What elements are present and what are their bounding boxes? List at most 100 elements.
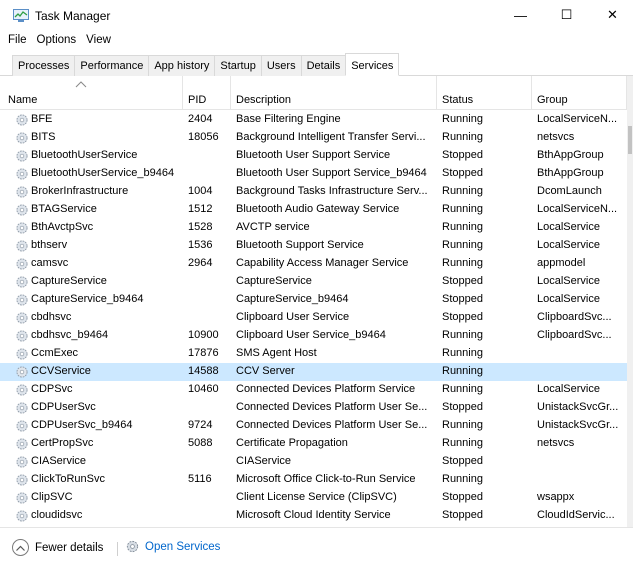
service-row[interactable]: CDPUserSvc_b9464 9724 Connected Devices Pl… — [0, 417, 627, 435]
service-row[interactable]: CDPSvc 10460 Connected Devices Platform Se… — [0, 381, 627, 399]
service-row[interactable]: BITS 18056 Background Intelligent Transfer… — [0, 129, 627, 147]
minimize-button[interactable]: — — [498, 0, 543, 30]
service-description: Bluetooth Audio Gateway Service — [236, 203, 400, 215]
service-group: ClipboardSvc... — [537, 311, 612, 323]
service-row[interactable]: BFE 2404 Base Filtering Engine Running Local… — [0, 111, 627, 129]
service-group: LocalServiceN... — [537, 203, 618, 215]
service-name: CDPSvc — [31, 383, 73, 395]
service-status: Stopped — [442, 275, 483, 287]
column-divider[interactable] — [182, 76, 183, 110]
service-row[interactable]: CDPUserSvc Connected Devices Platform Use… — [0, 399, 627, 417]
service-gear-icon — [15, 491, 29, 505]
service-row[interactable]: camsvc 2964 Capability Access Manager Serv… — [0, 255, 627, 273]
service-row[interactable]: BrokerInfrastructure 1004 Background Tasks… — [0, 183, 627, 201]
column-header-group[interactable]: Group — [537, 94, 568, 106]
sort-ascending-icon[interactable] — [75, 80, 87, 88]
service-row[interactable]: ClickToRunSvc 5116 Microsoft Office Click-… — [0, 471, 627, 489]
service-row[interactable]: CcmExec 17876 SMS Agent Host Running — [0, 345, 627, 363]
service-description: Background Tasks Infrastructure Serv... — [236, 185, 428, 197]
service-gear-icon — [15, 275, 29, 289]
tab-users[interactable]: Users — [260, 55, 301, 76]
service-description: Capability Access Manager Service — [236, 257, 409, 269]
column-divider[interactable] — [531, 76, 532, 110]
service-gear-icon — [15, 113, 29, 127]
service-row[interactable]: CaptureService CaptureService Stopped Local… — [0, 273, 627, 291]
service-status: Stopped — [442, 455, 483, 467]
service-name: CertPropSvc — [31, 437, 94, 449]
services-list: Name PID Description Status Group BFE 240… — [0, 76, 633, 527]
column-header-pid[interactable]: PID — [188, 94, 206, 106]
service-row[interactable]: CaptureService_b9464 CaptureService_b9464… — [0, 291, 627, 309]
service-pid: 9724 — [188, 419, 213, 431]
service-status: Stopped — [442, 491, 483, 503]
service-description: CaptureService_b9464 — [236, 293, 349, 305]
title-bar: Task Manager — ☐ ✕ — [0, 0, 633, 30]
service-name: CaptureService_b9464 — [31, 293, 144, 305]
service-name: camsvc — [31, 257, 69, 269]
service-status: Stopped — [442, 509, 483, 521]
close-button[interactable]: ✕ — [590, 0, 633, 30]
service-description: Microsoft Cloud Identity Service — [236, 509, 391, 521]
service-pid: 1528 — [188, 221, 213, 233]
column-header-name[interactable]: Name — [8, 94, 37, 106]
service-row[interactable]: CIAService CIAService Stopped — [0, 453, 627, 471]
tab-app-history[interactable]: App history — [148, 55, 215, 76]
service-status: Running — [442, 203, 483, 215]
menu-bar: File Options View — [0, 30, 633, 50]
service-description: Clipboard User Service_b9464 — [236, 329, 386, 341]
service-status: Running — [442, 239, 483, 251]
tab-services[interactable]: Services — [345, 53, 400, 76]
service-row[interactable]: CCVService 14588 CCV Server Running — [0, 363, 627, 381]
service-name: CDPUserSvc_b9464 — [31, 419, 133, 431]
service-name: CaptureService — [31, 275, 107, 287]
service-name: ClipSVC — [31, 491, 73, 503]
service-pid: 17876 — [188, 347, 219, 359]
service-row[interactable]: cbdhsvc_b9464 10900 Clipboard User Service… — [0, 327, 627, 345]
column-divider[interactable] — [436, 76, 437, 110]
scrollbar-thumb[interactable] — [628, 126, 632, 154]
tab-processes[interactable]: Processes — [12, 55, 75, 76]
service-description: Bluetooth User Support Service_b9464 — [236, 167, 427, 179]
service-group: UnistackSvcGr... — [537, 401, 619, 413]
service-pid: 5116 — [188, 473, 212, 485]
vertical-scrollbar[interactable] — [627, 76, 633, 527]
open-services-link[interactable]: Open Services — [125, 539, 220, 554]
tab-details[interactable]: Details — [300, 55, 346, 76]
service-pid: 1512 — [188, 203, 213, 215]
service-row[interactable]: ClipSVC Client License Service (ClipSVC) S… — [0, 489, 627, 507]
column-divider[interactable] — [230, 76, 231, 110]
service-row[interactable]: cbdhsvc Clipboard User Service Stopped Clip… — [0, 309, 627, 327]
tab-startup[interactable]: Startup — [214, 55, 261, 76]
service-description: Client License Service (ClipSVC) — [236, 491, 397, 503]
service-pid: 2404 — [188, 113, 213, 125]
service-gear-icon — [15, 329, 29, 343]
service-row[interactable]: BluetoothUserService Bluetooth User Suppo… — [0, 147, 627, 165]
service-gear-icon — [15, 383, 29, 397]
service-name: CCVService — [31, 365, 91, 377]
service-row[interactable]: BthAvctpSvc 1528 AVCTP service Running Local… — [0, 219, 627, 237]
service-description: SMS Agent Host — [236, 347, 317, 359]
service-status: Running — [442, 365, 483, 377]
service-status: Stopped — [442, 149, 483, 161]
maximize-button[interactable]: ☐ — [544, 0, 589, 30]
fewer-details-button[interactable]: Fewer details — [12, 539, 103, 556]
menu-file[interactable]: File — [0, 30, 32, 50]
tab-performance[interactable]: Performance — [74, 55, 149, 76]
service-row[interactable]: cloudidsvc Microsoft Cloud Identity Servi… — [0, 507, 627, 525]
service-row[interactable]: CertPropSvc 5088 Certificate Propagation Ru… — [0, 435, 627, 453]
service-name: CDPUserSvc — [31, 401, 96, 413]
column-header-description[interactable]: Description — [236, 94, 291, 106]
service-status: Running — [442, 221, 483, 233]
service-row[interactable]: BluetoothUserService_b9464 Bluetooth User… — [0, 165, 627, 183]
services-gear-icon — [126, 540, 139, 553]
service-row[interactable]: bthserv 1536 Bluetooth Support Service Runn… — [0, 237, 627, 255]
service-gear-icon — [15, 149, 29, 163]
menu-options[interactable]: Options — [32, 30, 82, 50]
service-name: BITS — [31, 131, 56, 143]
services-rows: BFE 2404 Base Filtering Engine Running Local… — [0, 111, 627, 525]
service-row[interactable]: BTAGService 1512 Bluetooth Audio Gateway S… — [0, 201, 627, 219]
menu-view[interactable]: View — [81, 30, 116, 50]
column-header-status[interactable]: Status — [442, 94, 473, 106]
service-name: cbdhsvc_b9464 — [31, 329, 109, 341]
service-group: LocalService — [537, 275, 600, 287]
